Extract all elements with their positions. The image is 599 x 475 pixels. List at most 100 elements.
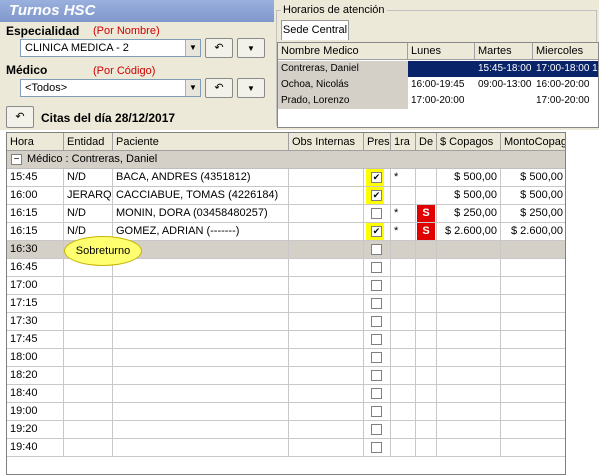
cell-paciente — [113, 313, 289, 331]
pres-checkbox[interactable] — [371, 352, 382, 363]
pres-checkbox[interactable] — [371, 298, 382, 309]
cell-primera — [391, 313, 416, 331]
cell-obs — [289, 403, 364, 421]
medico-select[interactable]: <Todos> ▼ — [20, 79, 201, 97]
cell-primera — [391, 403, 416, 421]
cell-pres[interactable] — [364, 313, 391, 331]
pres-checkbox[interactable] — [371, 316, 382, 327]
cell-de: S — [416, 223, 437, 241]
medico-menu-button[interactable]: ▼ — [237, 78, 265, 98]
horarios-nombre: Ochoa, Nicolás — [278, 77, 408, 93]
cell-pres[interactable]: ✔ — [364, 223, 391, 241]
col-header-primera[interactable]: 1ra — [391, 133, 416, 151]
horarios-row[interactable]: Ochoa, Nicolás 16:00-19:45 09:00-13:00 1… — [278, 77, 598, 93]
horarios-row[interactable]: Contreras, Daniel 15:45-18:00 17:00-18:0… — [278, 61, 598, 77]
cell-obs — [289, 223, 364, 241]
cell-pres[interactable] — [364, 349, 391, 367]
horarios-header-miercoles[interactable]: Miercoles — [533, 43, 598, 60]
cell-pres[interactable] — [364, 205, 391, 223]
tab-sede-central[interactable]: Sede Central — [281, 20, 349, 40]
table-row[interactable]: 17:30 — [7, 313, 565, 331]
table-row[interactable]: 17:15 — [7, 295, 565, 313]
cell-paciente — [113, 385, 289, 403]
group-row[interactable]: − Médico : Contreras, Daniel — [7, 151, 565, 169]
table-row[interactable]: 18:20 — [7, 367, 565, 385]
table-row[interactable]: 17:00 — [7, 277, 565, 295]
cell-paciente — [113, 349, 289, 367]
cell-pres[interactable] — [364, 421, 391, 439]
cell-hora: 17:45 — [7, 331, 64, 349]
pres-checkbox[interactable] — [371, 388, 382, 399]
col-header-copagos[interactable]: $ Copagos — [437, 133, 501, 151]
table-row[interactable]: 16:00 JERARQ CACCIABUE, TOMAS (4226184) ✔ $ … — [7, 187, 565, 205]
cell-obs — [289, 187, 364, 205]
pres-checkbox[interactable] — [371, 442, 382, 453]
pres-checkbox[interactable] — [371, 280, 382, 291]
chevron-down-icon[interactable]: ▼ — [185, 80, 200, 96]
pres-checkbox[interactable] — [371, 424, 382, 435]
cell-pres[interactable] — [364, 385, 391, 403]
col-header-hora[interactable]: Hora — [7, 133, 64, 151]
collapse-icon[interactable]: − — [11, 154, 22, 165]
cell-de — [416, 169, 437, 187]
cell-pres[interactable] — [364, 295, 391, 313]
especialidad-menu-button[interactable]: ▼ — [237, 38, 265, 58]
col-header-de[interactable]: De — [416, 133, 437, 151]
pres-checkbox[interactable]: ✔ — [371, 172, 382, 183]
medico-reset-button[interactable]: ↶ — [205, 78, 233, 98]
pres-checkbox[interactable] — [371, 262, 382, 273]
horarios-header-martes[interactable]: Martes — [475, 43, 533, 60]
cell-entidad — [64, 331, 113, 349]
cell-monto — [501, 421, 565, 439]
cell-pres[interactable]: ✔ — [364, 187, 391, 205]
especialidad-hint: (Por Nombre) — [93, 25, 160, 37]
cell-hora: 19:40 — [7, 439, 64, 457]
cell-paciente — [113, 439, 289, 457]
cell-entidad — [64, 367, 113, 385]
cell-pres[interactable] — [364, 241, 391, 259]
cell-copago: $ 500,00 — [437, 169, 501, 187]
cell-pres[interactable] — [364, 403, 391, 421]
pres-checkbox[interactable] — [371, 208, 382, 219]
col-header-paciente[interactable]: Paciente — [113, 133, 289, 151]
col-header-monto[interactable]: MontoCopag — [501, 133, 565, 151]
cell-primera — [391, 331, 416, 349]
cell-monto — [501, 403, 565, 421]
col-header-entidad[interactable]: Entidad — [64, 133, 113, 151]
citas-refresh-button[interactable]: ↶ — [6, 106, 34, 128]
col-header-pres[interactable]: Pres — [364, 133, 391, 151]
cell-hora: 16:15 — [7, 205, 64, 223]
horarios-header-lunes[interactable]: Lunes — [408, 43, 475, 60]
cell-primera: * — [391, 223, 416, 241]
table-row[interactable]: 18:00 — [7, 349, 565, 367]
cell-pres[interactable] — [364, 259, 391, 277]
cell-de — [416, 241, 437, 259]
pres-checkbox[interactable] — [371, 406, 382, 417]
table-row[interactable]: 17:45 — [7, 331, 565, 349]
especialidad-reset-button[interactable]: ↶ — [205, 38, 233, 58]
cell-pres[interactable] — [364, 367, 391, 385]
table-row[interactable]: 18:40 — [7, 385, 565, 403]
pres-checkbox[interactable]: ✔ — [371, 226, 382, 237]
medico-value: <Todos> — [25, 82, 68, 94]
pres-checkbox[interactable] — [371, 334, 382, 345]
table-row[interactable]: 19:40 — [7, 439, 565, 457]
cell-pres[interactable]: ✔ — [364, 169, 391, 187]
cell-primera — [391, 349, 416, 367]
table-row[interactable]: 16:15 N/D MONIN, DORA (03458480257) * S $ 250… — [7, 205, 565, 223]
table-row[interactable]: 19:20 — [7, 421, 565, 439]
pres-checkbox[interactable] — [371, 370, 382, 381]
pres-checkbox[interactable]: ✔ — [371, 190, 382, 201]
table-row[interactable]: 19:00 — [7, 403, 565, 421]
col-header-obs[interactable]: Obs Internas — [289, 133, 364, 151]
horarios-row[interactable]: Prado, Lorenzo 17:00-20:00 17:00-20:00 — [278, 93, 598, 109]
cell-pres[interactable] — [364, 277, 391, 295]
table-row[interactable]: 15:45 N/D BACA, ANDRES (4351812) ✔ * $ 500,00… — [7, 169, 565, 187]
cell-pres[interactable] — [364, 331, 391, 349]
especialidad-select[interactable]: CLINICA MEDICA - 2 ▼ — [20, 39, 201, 57]
pres-checkbox[interactable] — [371, 244, 382, 255]
horarios-header-nombre[interactable]: Nombre Medico — [278, 43, 408, 60]
medico-label: Médico — [6, 63, 48, 77]
chevron-down-icon[interactable]: ▼ — [185, 40, 200, 56]
cell-pres[interactable] — [364, 439, 391, 457]
